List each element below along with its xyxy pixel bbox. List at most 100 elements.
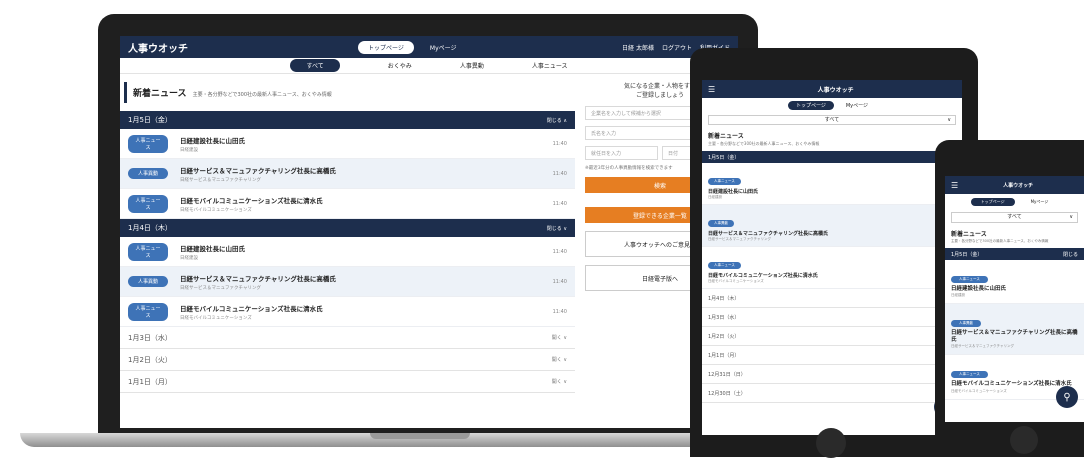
news-item[interactable]: 人事異動 日経サービス＆マニュファクチャリング社長に高橋氏 日経サービス＆マニュフ… xyxy=(120,267,575,297)
category-tabs: すべて おくやみ 人事異動 人事ニュース xyxy=(120,58,738,74)
expand-toggle[interactable]: 開く ∨ xyxy=(552,378,567,385)
tablet-header: ☰ 人事ウオッチ xyxy=(702,80,962,98)
start-date-input[interactable]: 就任日を入力 xyxy=(585,146,658,160)
category-tag: 人事ニュース xyxy=(128,134,168,153)
date-group-collapsed[interactable]: 1月3日（水） xyxy=(702,308,962,327)
news-item[interactable]: 人事ニュース 日経モバイルコミュニケーションズ社長に清水氏 日経モバイルコミュニケ… xyxy=(120,189,575,219)
select-value: すべて xyxy=(824,117,840,123)
news-title[interactable]: 日経モバイルコミュニケーションズ社長に清水氏 xyxy=(180,195,553,205)
news-item[interactable]: 人事異動 日経サービス＆マニュファクチャリング社長に高橋氏日経サービス＆マニュフ… xyxy=(120,159,575,189)
news-item[interactable]: 人事ニュース 日経建設社長に山田氏 日経建設 xyxy=(945,260,1084,305)
tab-all[interactable]: すべて xyxy=(290,59,340,72)
site-logo[interactable]: 人事ウオッチ xyxy=(1003,182,1033,189)
site-logo[interactable]: 人事ウオッチ xyxy=(128,40,358,55)
category-tag: 人事異動 xyxy=(708,220,734,227)
date-group-header[interactable]: 1月4日（木） 閉じる ∨ xyxy=(120,219,575,237)
section-header: 新着ニュース 主要・各分野などで300社の最新人事ニュース、おくやみ情報 xyxy=(124,82,575,103)
section-title: 新着ニュース xyxy=(708,133,744,140)
tab-personnel-news[interactable]: 人事ニュース xyxy=(532,61,568,70)
news-title[interactable]: 日経建設社長に山田氏 xyxy=(708,188,956,195)
news-title[interactable]: 日経サービス＆マニュファクチャリング社長に高橋氏 xyxy=(180,273,553,283)
collapse-toggle[interactable]: 閉じる ∨ xyxy=(547,225,567,232)
section-title: 新着ニュース xyxy=(951,231,987,238)
news-item[interactable]: 人事ニュース 日経建設社長に山田氏 日経建設 xyxy=(702,163,962,205)
date-label: 1月5日（金） xyxy=(951,251,983,258)
category-tag: 人事ニュース xyxy=(708,262,741,269)
menu-icon[interactable]: ☰ xyxy=(951,181,958,190)
expand-toggle[interactable]: 開く ∨ xyxy=(552,334,567,341)
news-item[interactable]: 人事異動 日経サービス＆マニュファクチャリング社長に高橋氏 日経サービス＆マニュ… xyxy=(945,304,1084,356)
company-name: 日経サービス＆マニュファクチャリング xyxy=(180,177,261,183)
date-group-header[interactable]: 1月5日（金） 閉じる ∧ xyxy=(120,111,575,129)
company-name: 日経建設 xyxy=(708,195,722,199)
nav-my-page[interactable]: Myページ xyxy=(838,101,876,110)
news-title[interactable]: 日経サービス＆マニュファクチャリング社長に高橋氏 xyxy=(951,330,1078,344)
nav-top-page[interactable]: トップページ xyxy=(358,40,414,54)
date-label: 1月5日（金） xyxy=(708,154,740,161)
nav-my-page[interactable]: Myページ xyxy=(420,41,467,54)
company-name: 日経建設 xyxy=(180,255,198,261)
news-time: 11:40 xyxy=(552,200,567,207)
menu-icon[interactable]: ☰ xyxy=(708,85,715,94)
section-subtitle: 主要・各分野などで300社の最新人事ニュース、おくやみ情報 xyxy=(708,141,820,146)
date-group-collapsed[interactable]: 1月1日（月） 開く ∨ xyxy=(120,371,575,393)
company-name: 日経モバイルコミュニケーションズ xyxy=(180,207,252,213)
category-select[interactable]: すべて ∨ xyxy=(708,115,956,125)
company-name: 日経建設 xyxy=(951,293,965,298)
expand-toggle[interactable]: 開く ∨ xyxy=(552,356,567,363)
date-group-collapsed[interactable]: 1月3日（水） 開く ∨ xyxy=(120,327,575,349)
date-group-collapsed[interactable]: 1月2日（火） 開く ∨ xyxy=(120,349,575,371)
category-tag: 人事ニュース xyxy=(951,371,988,379)
news-item[interactable]: 人事ニュース 日経建設社長に山田氏日経建設 11:40 xyxy=(120,129,575,159)
news-time: 11:40 xyxy=(552,170,567,177)
site-logo[interactable]: 人事ウオッチ xyxy=(818,85,854,94)
date-group-collapsed[interactable]: 12月31日（日） xyxy=(702,365,962,384)
laptop-notch xyxy=(370,433,470,439)
tablet-home-button xyxy=(816,428,846,458)
phone-header: ☰ 人事ウオッチ xyxy=(945,176,1084,194)
company-name: 日経建設 xyxy=(180,147,198,153)
nav-top-page[interactable]: トップページ xyxy=(787,101,834,110)
date-group-collapsed[interactable]: 12月30日（土） xyxy=(702,384,962,403)
tablet-nav: トップページ Myページ xyxy=(702,98,962,113)
category-select[interactable]: すべて ∨ xyxy=(951,212,1078,223)
news-time: 11:40 xyxy=(552,278,567,285)
laptop-screen: 人事ウオッチ トップページ Myページ 日経 太郎様 ログアウト 利用ガイド す… xyxy=(120,36,738,428)
date-label: 1月4日（木） xyxy=(128,224,172,232)
news-title[interactable]: 日経建設社長に山田氏 xyxy=(180,243,553,253)
date-group-header[interactable]: 1月5日（金） xyxy=(702,151,962,163)
collapse-toggle[interactable]: 閉じる ∧ xyxy=(547,117,567,124)
news-time: 11:40 xyxy=(552,140,567,147)
news-item[interactable]: 人事異動 日経サービス＆マニュファクチャリング社長に高橋氏 日経サービス＆マニュ… xyxy=(702,205,962,247)
news-title[interactable]: 日経建設社長に山田氏 xyxy=(951,286,1078,293)
news-title[interactable]: 日経モバイルコミュニケーションズ社長に清水氏 xyxy=(180,303,553,313)
search-icon[interactable]: ⚲ xyxy=(1056,386,1078,408)
nav-top-page[interactable]: トップページ xyxy=(970,198,1015,206)
news-title[interactable]: 日経建設社長に山田氏 xyxy=(180,135,553,145)
tablet-screen: ☰ 人事ウオッチ トップページ Myページ すべて ∨ 新着ニュース 主要・各分… xyxy=(702,80,962,435)
date-group-header[interactable]: 1月5日（金） 閉じる xyxy=(945,248,1084,260)
news-time: 11:40 xyxy=(552,248,567,255)
category-tag: 人事異動 xyxy=(128,276,168,287)
news-title[interactable]: 日経サービス＆マニュファクチャリング社長に高橋氏 xyxy=(180,165,553,175)
date-group-collapsed[interactable]: 1月4日（木） xyxy=(702,289,962,308)
date-group-collapsed[interactable]: 1月1日（月） xyxy=(702,346,962,365)
category-tag: 人事異動 xyxy=(128,168,168,179)
news-title[interactable]: 日経モバイルコミュニケーションズ社長に清水氏 xyxy=(708,272,956,279)
company-name: 日経サービス＆マニュファクチャリング xyxy=(951,344,1014,349)
tab-obituary[interactable]: おくやみ xyxy=(388,61,412,70)
tab-personnel-change[interactable]: 人事異動 xyxy=(460,61,484,70)
date-group-collapsed[interactable]: 1月2日（火） xyxy=(702,327,962,346)
news-item[interactable]: 人事ニュース 日経モバイルコミュニケーションズ社長に清水氏 日経モバイルコミュニケ… xyxy=(120,297,575,327)
logout-link[interactable]: ログアウト xyxy=(662,43,692,52)
nav-my-page[interactable]: Myページ xyxy=(1021,198,1059,206)
user-name: 日経 太郎様 xyxy=(622,44,654,52)
section-subtitle: 主要・各分野などで300社の最新人事ニュース、おくやみ情報 xyxy=(951,239,1049,243)
news-item[interactable]: 人事ニュース 日経建設社長に山田氏 日経建設 11:40 xyxy=(120,237,575,267)
news-title[interactable]: 日経モバイルコミュニケーションズ社長に清水氏 xyxy=(951,381,1078,388)
news-feed: 新着ニュース 主要・各分野などで300社の最新人事ニュース、おくやみ情報 1月5… xyxy=(120,74,575,393)
collapse-toggle[interactable]: 閉じる xyxy=(1063,251,1078,258)
news-item[interactable]: 人事ニュース 日経モバイルコミュニケーションズ社長に清水氏 日経モバイルコミュニ… xyxy=(702,247,962,289)
date-label: 1月2日（火） xyxy=(128,355,172,364)
news-title[interactable]: 日経サービス＆マニュファクチャリング社長に高橋氏 xyxy=(708,230,956,237)
